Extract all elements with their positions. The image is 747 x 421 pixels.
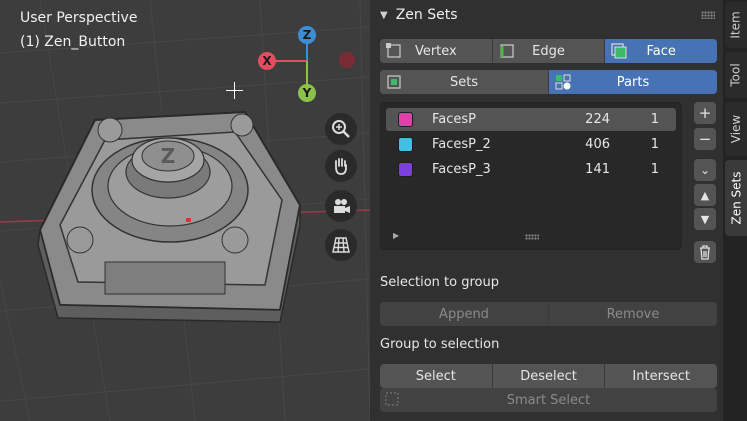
smart-select-icon — [385, 392, 399, 406]
select-button[interactable]: Select — [380, 364, 493, 388]
pan-button[interactable] — [325, 150, 357, 182]
list-item-visible: 1 — [650, 137, 659, 152]
zen-button-model: Z — [37, 110, 302, 323]
sidebar-tabs: Item Tool View Zen Sets — [723, 0, 747, 421]
sets-list[interactable]: FacesP 224 1 FacesP_2 406 1 FacesP_3 141… — [380, 102, 682, 250]
vertex-mode-label: Vertex — [414, 43, 457, 59]
color-swatch[interactable] — [398, 112, 413, 127]
edge-mode-label: Edge — [532, 43, 565, 59]
specials-menu-button[interactable]: ⌄ — [694, 159, 716, 181]
sets-view-label: Sets — [449, 74, 479, 90]
emblem-letter: Z — [161, 144, 176, 168]
color-swatch[interactable] — [398, 137, 413, 152]
list-item-name: FacesP_2 — [432, 137, 491, 152]
hand-pan-icon — [335, 158, 347, 175]
tab-tool-label: Tool — [729, 63, 743, 87]
list-item-visible: 1 — [650, 162, 659, 177]
camera-icon — [334, 199, 350, 213]
zen-sets-panel: ▼ Zen Sets Vertex Edge Face Sets Parts F… — [370, 0, 723, 421]
3d-viewport[interactable]: Z User Perspective (1) Zen_Button Z X Y — [0, 0, 370, 421]
zoom-button[interactable] — [325, 113, 357, 145]
face-mode-label: Face — [646, 43, 676, 59]
list-item[interactable]: FacesP 224 1 — [386, 108, 676, 131]
arrow-up-icon: ▲ — [700, 188, 710, 202]
gizmo-z-axis[interactable]: Z — [298, 26, 316, 44]
list-resize-grip-icon[interactable] — [525, 234, 539, 240]
selection-to-group-label: Selection to group — [380, 275, 499, 290]
zoom-icon — [332, 120, 350, 138]
list-item[interactable]: FacesP_2 406 1 — [386, 133, 676, 156]
smart-select-button[interactable]: Smart Select — [380, 388, 717, 412]
list-item-visible: 1 — [650, 112, 659, 127]
ortho-toggle-button[interactable] — [325, 229, 357, 261]
list-item-count: 406 — [585, 137, 610, 152]
add-set-button[interactable]: + — [694, 102, 716, 124]
deselect-button[interactable]: Deselect — [492, 364, 606, 388]
append-button[interactable]: Append — [380, 302, 549, 326]
move-down-button[interactable]: ▼ — [694, 208, 716, 230]
tab-zen-sets[interactable]: Zen Sets — [725, 160, 747, 236]
panel-title: Zen Sets — [395, 7, 458, 23]
move-up-button[interactable]: ▲ — [694, 184, 716, 206]
selection-to-group-buttons: Append Remove — [380, 302, 717, 326]
cursor-crosshair — [226, 82, 243, 99]
group-to-selection-buttons: Select Deselect Intersect — [380, 364, 717, 388]
tab-view-label: View — [729, 114, 744, 144]
remove-button[interactable]: Remove — [549, 302, 717, 326]
face-mode-button[interactable]: Face — [605, 39, 717, 63]
list-item-count: 224 — [585, 112, 610, 127]
plus-icon: + — [698, 104, 712, 122]
gizmo-x-axis[interactable]: X — [258, 52, 276, 70]
gizmo-neg-x-axis[interactable] — [339, 52, 355, 68]
color-swatch[interactable] — [398, 162, 413, 177]
edge-mode-button[interactable]: Edge — [492, 39, 606, 63]
trash-icon — [700, 245, 710, 260]
grid-view-icon — [332, 237, 350, 253]
remove-set-button[interactable]: − — [694, 128, 716, 150]
minus-icon: − — [698, 130, 712, 148]
group-to-selection-label: Group to selection — [380, 337, 500, 352]
sets-icon — [387, 75, 401, 89]
drag-grip-icon[interactable] — [701, 11, 715, 19]
smart-select-label: Smart Select — [506, 392, 591, 408]
smart-select-row: Smart Select — [380, 388, 717, 412]
tab-item[interactable]: Item — [725, 2, 747, 48]
list-item-count: 141 — [585, 162, 610, 177]
expand-filter-icon[interactable]: ▶ — [393, 231, 399, 240]
element-mode-selector: Vertex Edge Face — [380, 39, 717, 63]
view-perspective-label: User Perspective — [20, 10, 138, 26]
collapse-triangle-icon[interactable]: ▼ — [380, 10, 388, 21]
list-item[interactable]: FacesP_3 141 1 — [386, 158, 676, 181]
vertex-mode-icon — [386, 43, 401, 58]
view-mode-selector: Sets Parts — [380, 70, 717, 94]
camera-view-button[interactable] — [325, 190, 357, 222]
gizmo-y-axis[interactable]: Y — [298, 84, 316, 102]
sets-view-button[interactable]: Sets — [380, 70, 549, 94]
edge-mode-icon — [500, 44, 514, 58]
list-item-name: FacesP — [432, 112, 477, 127]
tab-item-label: Item — [729, 11, 744, 39]
parts-view-label: Parts — [616, 74, 650, 90]
face-mode-icon — [611, 43, 627, 59]
tab-zen-sets-label: Zen Sets — [729, 171, 744, 225]
parts-view-button[interactable]: Parts — [549, 70, 717, 94]
tab-tool[interactable]: Tool — [725, 52, 747, 98]
active-object-label: (1) Zen_Button — [20, 34, 126, 50]
delete-button[interactable] — [694, 241, 716, 263]
intersect-button[interactable]: Intersect — [605, 364, 717, 388]
tab-view[interactable]: View — [725, 102, 747, 156]
panel-header[interactable]: ▼ Zen Sets — [370, 0, 723, 30]
list-item-name: FacesP_3 — [432, 162, 491, 177]
arrow-down-icon: ▼ — [700, 212, 710, 226]
parts-icon — [555, 74, 571, 90]
vertex-mode-button[interactable]: Vertex — [380, 39, 493, 63]
chevron-down-icon: ⌄ — [699, 163, 711, 177]
